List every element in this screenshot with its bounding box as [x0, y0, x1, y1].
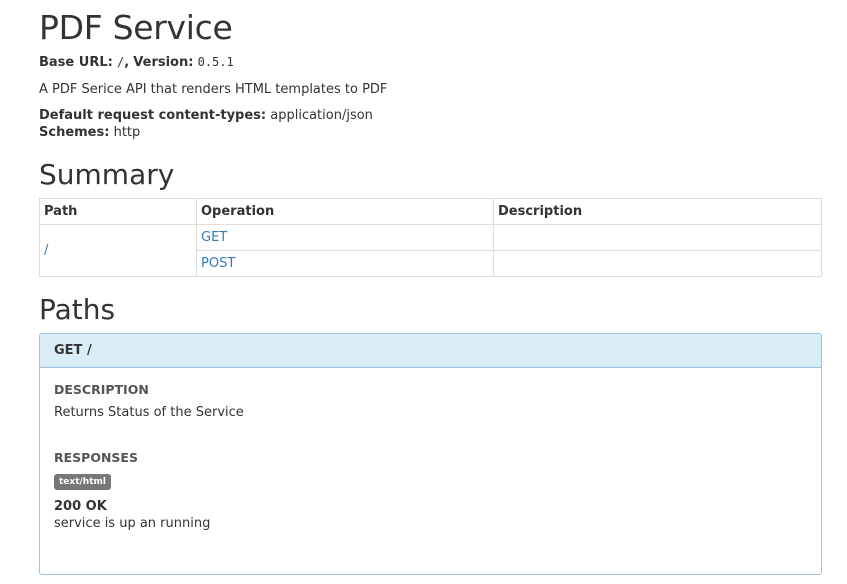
path-link[interactable]: / — [44, 243, 48, 258]
operation-title: GET / — [54, 343, 92, 358]
summary-header-row: Path Operation Description — [39, 198, 822, 225]
table-row: / GET — [39, 224, 822, 277]
operation-description: Returns Status of the Service — [54, 405, 244, 420]
summary-heading: Summary — [39, 158, 175, 191]
column-header-description: Description — [493, 198, 822, 225]
operation-cell: POST — [196, 250, 494, 277]
page-title: PDF Service — [39, 8, 233, 47]
schemes-value: http — [113, 125, 141, 140]
content-types-label: Default request content-types: — [39, 108, 267, 123]
description-cell — [493, 224, 822, 251]
response-status: 200 OK — [54, 499, 107, 514]
description-cell — [493, 250, 822, 277]
schemes-label: Schemes: — [39, 125, 110, 140]
version-label: Version: — [133, 55, 194, 70]
base-url-line: Base URL: /, Version: 0.5.1 — [39, 55, 234, 70]
description-label: DESCRIPTION — [54, 382, 149, 397]
service-description: A PDF Serice API that renders HTML templ… — [39, 82, 388, 97]
version-value: 0.5.1 — [197, 55, 234, 69]
content-types-line: Default request content-types: applicati… — [39, 108, 373, 123]
paths-heading: Paths — [39, 293, 116, 326]
operation-panel-get: GET / DESCRIPTION Returns Status of the … — [39, 333, 822, 575]
operation-link-post[interactable]: POST — [201, 256, 235, 271]
schemes-line: Schemes: http — [39, 125, 140, 140]
operation-link-get[interactable]: GET — [201, 230, 227, 245]
base-url-label: Base URL: — [39, 55, 113, 70]
content-types-value: application/json — [270, 108, 373, 123]
summary-table: Path Operation Description / GET POST — [39, 198, 822, 277]
content-type-badge: text/html — [54, 474, 111, 490]
path-cell: / — [39, 224, 197, 277]
response-description: service is up an running — [54, 516, 211, 531]
column-header-path: Path — [39, 198, 197, 225]
operation-panel-header: GET / — [40, 334, 821, 368]
page: PDF Service Base URL: /, Version: 0.5.1 … — [0, 0, 847, 584]
responses-label: RESPONSES — [54, 450, 138, 465]
column-header-operation: Operation — [196, 198, 494, 225]
operation-cell: GET — [196, 224, 494, 251]
